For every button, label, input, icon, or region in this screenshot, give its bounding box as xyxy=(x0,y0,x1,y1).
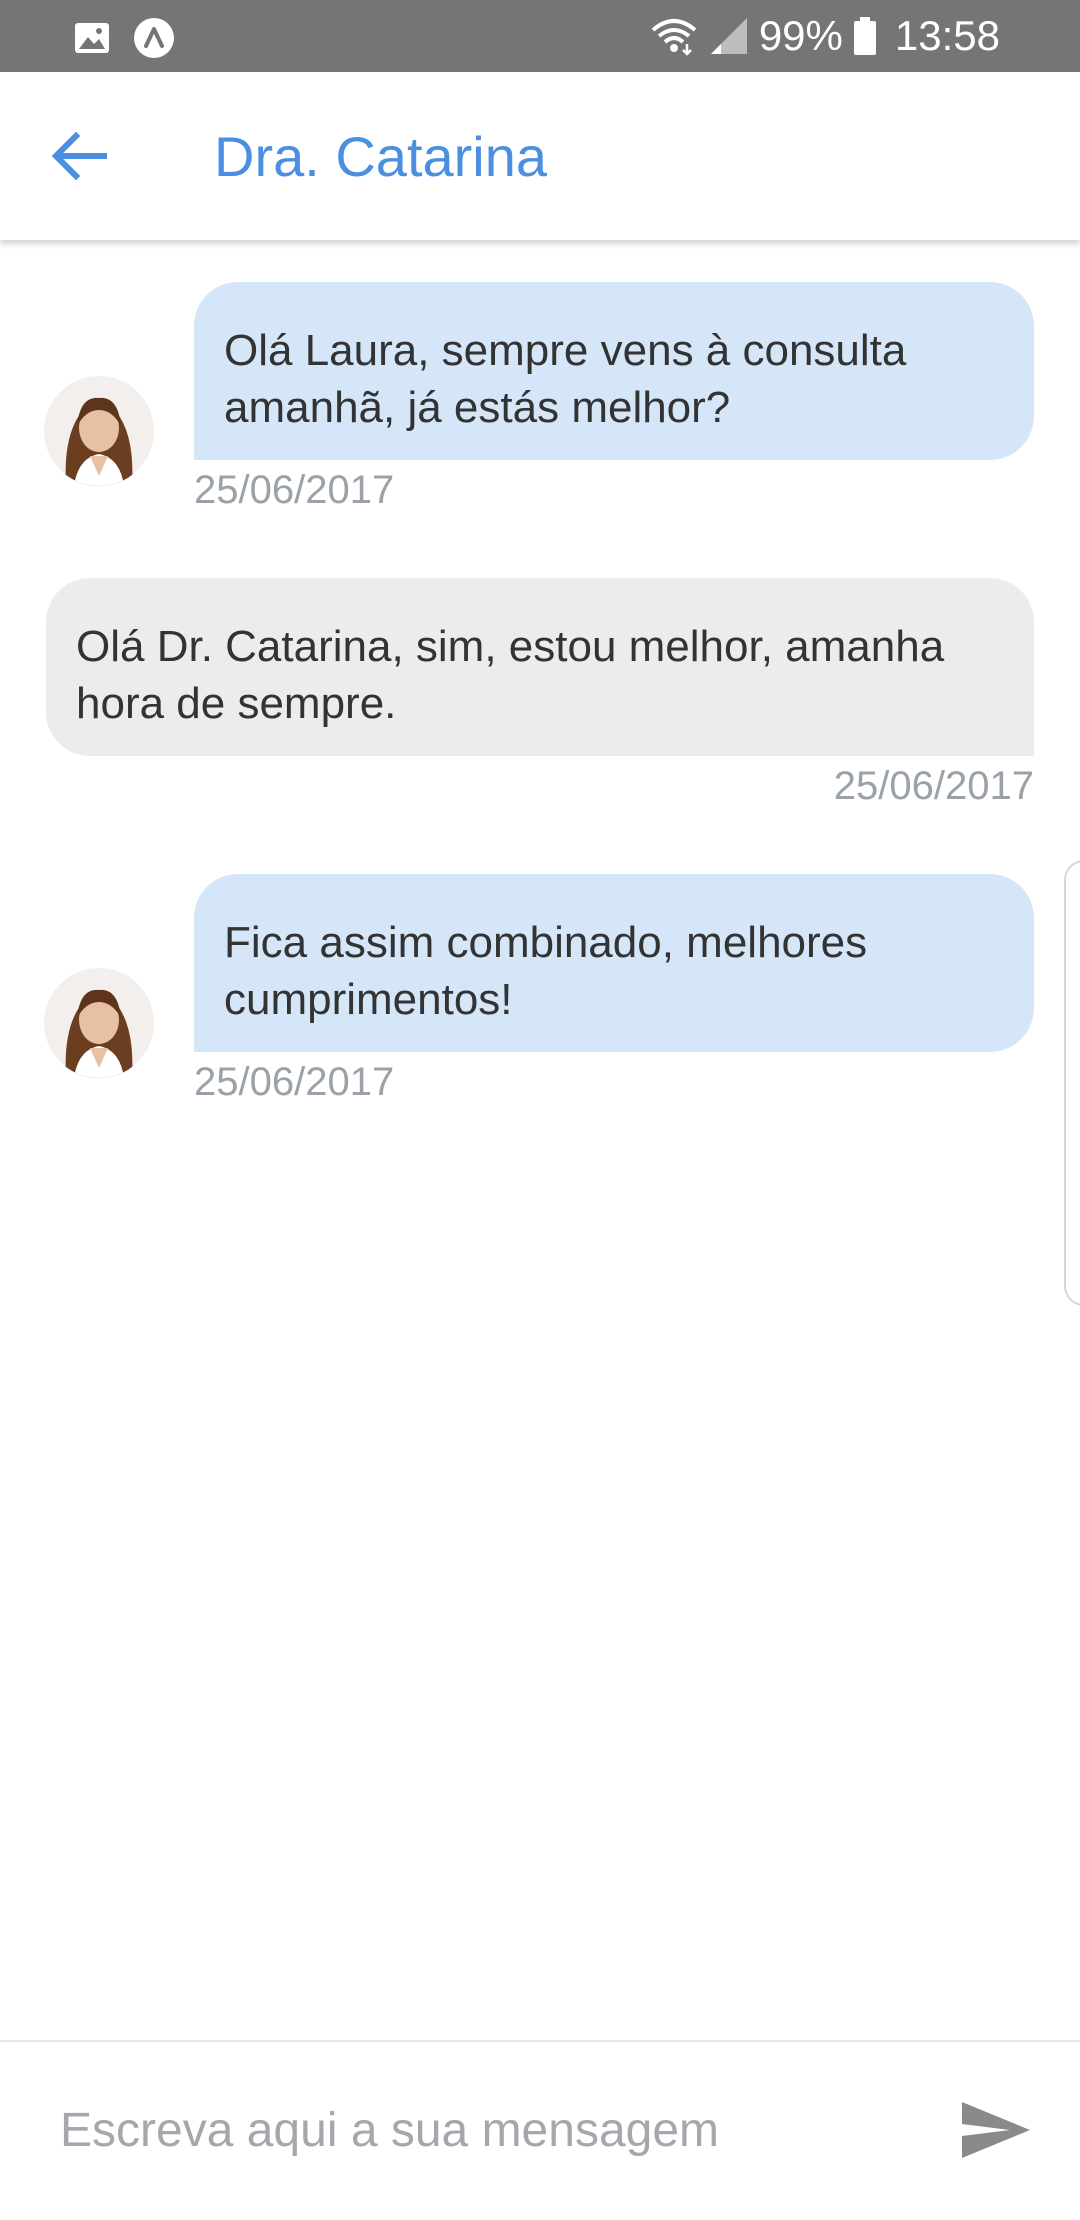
doctor-avatar-icon xyxy=(44,968,154,1078)
doctor-avatar-icon xyxy=(44,376,154,486)
message-list[interactable]: Olá Laura, sempre vens à consulta amanhã… xyxy=(0,240,1080,2040)
message-bubble[interactable]: Fica assim combinado, melhores cumprimen… xyxy=(194,874,1034,1052)
message-text: Fica assim combinado, melhores cumprimen… xyxy=(224,918,868,1024)
send-icon xyxy=(962,2102,1030,2158)
gallery-icon xyxy=(75,23,109,53)
back-button[interactable] xyxy=(48,124,112,188)
app-bar: Dra. Catarina xyxy=(0,72,1080,240)
status-right: 99% 13:58 xyxy=(649,0,1000,72)
message-date: 25/06/2017 xyxy=(833,764,1034,808)
send-button[interactable] xyxy=(958,2092,1034,2168)
message-date: 25/06/2017 xyxy=(194,468,395,512)
message-item: Olá Dr. Catarina, sim, estou melhor, ama… xyxy=(0,536,1080,816)
scroll-indicator[interactable] xyxy=(1064,860,1080,1306)
arrow-left-icon xyxy=(51,131,107,181)
wifi-icon xyxy=(651,19,697,56)
status-left xyxy=(72,16,176,60)
message-bubble[interactable]: Olá Dr. Catarina, sim, estou melhor, ama… xyxy=(46,578,1034,756)
message-item: Olá Laura, sempre vens à consulta amanhã… xyxy=(0,240,1080,520)
battery-icon xyxy=(853,17,876,55)
app-notification-icon xyxy=(134,18,174,58)
message-text: Olá Laura, sempre vens à consulta amanhã… xyxy=(224,326,907,432)
page-title: Dra. Catarina xyxy=(214,125,548,188)
status-bar: 99% 13:58 xyxy=(0,0,1080,72)
message-text: Olá Dr. Catarina, sim, estou melhor, ama… xyxy=(76,622,945,728)
message-composer xyxy=(0,2040,1080,2220)
signal-icon xyxy=(710,18,747,54)
avatar[interactable] xyxy=(44,968,154,1078)
chat-screen: 99% 13:58 Dra. Catarina Olá Laura, sempr… xyxy=(0,0,1080,2220)
message-input[interactable] xyxy=(40,2082,920,2178)
message-item: Fica assim combinado, melhores cumprimen… xyxy=(0,832,1080,1112)
battery-percentage: 99% xyxy=(758,12,843,59)
message-date: 25/06/2017 xyxy=(194,1060,395,1104)
clock-time: 13:58 xyxy=(894,12,1000,59)
message-bubble[interactable]: Olá Laura, sempre vens à consulta amanhã… xyxy=(194,282,1034,460)
avatar[interactable] xyxy=(44,376,154,486)
